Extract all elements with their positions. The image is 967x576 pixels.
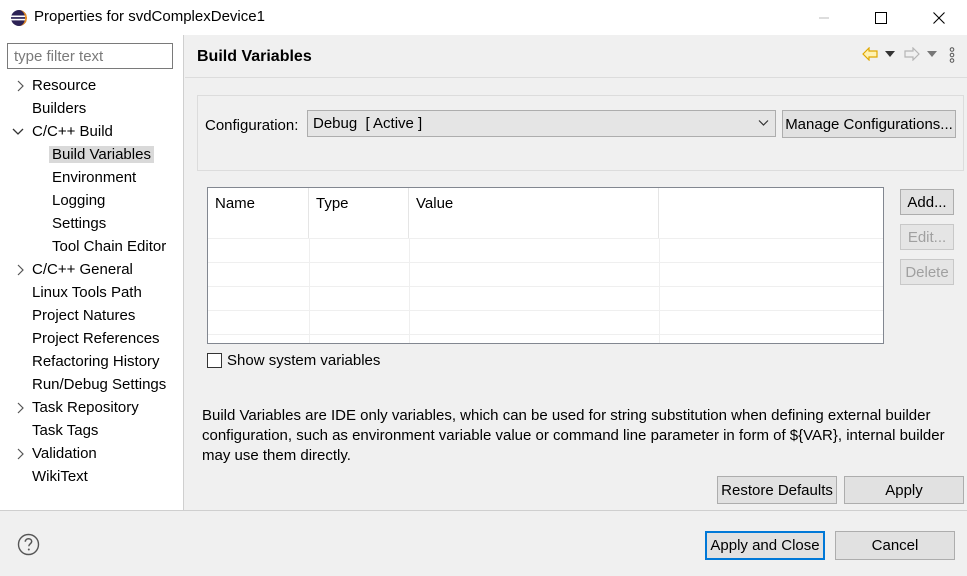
tree-item-project-natures[interactable]: Project Natures <box>32 305 135 327</box>
filter-input[interactable] <box>7 43 173 69</box>
tree-item-build-variables[interactable]: Build Variables <box>49 144 154 166</box>
title-bar: Properties for svdComplexDevice1 <box>0 0 967 35</box>
apply-and-close-button[interactable]: Apply and Close <box>705 531 825 560</box>
back-arrow-icon[interactable] <box>862 47 878 61</box>
tree-item-task-tags[interactable]: Task Tags <box>32 420 98 442</box>
configuration-select[interactable]: Debug [ Active ] <box>307 110 776 137</box>
column-header-value[interactable]: Value <box>409 188 659 238</box>
configuration-label: Configuration: <box>205 117 299 134</box>
tree-item-logging[interactable]: Logging <box>52 190 105 212</box>
column-divider <box>309 238 310 343</box>
tree-item-linux-tools-path[interactable]: Linux Tools Path <box>32 282 142 304</box>
tree-item-run-debug-settings[interactable]: Run/Debug Settings <box>32 374 166 396</box>
column-header-name[interactable]: Name <box>208 188 309 238</box>
restore-defaults-button[interactable]: Restore Defaults <box>717 476 837 504</box>
delete-button[interactable]: Delete <box>900 259 954 285</box>
variables-table[interactable]: Name Type Value <box>207 187 884 344</box>
forward-arrow-icon[interactable] <box>904 47 920 61</box>
tree-item-task-repository[interactable]: Task Repository <box>17 397 139 419</box>
minimize-button[interactable] <box>795 0 853 35</box>
tree-item-tool-chain-editor[interactable]: Tool Chain Editor <box>52 236 166 258</box>
chevron-down-icon <box>758 120 769 126</box>
maximize-icon <box>875 11 887 24</box>
manage-configurations-button[interactable]: Manage Configurations... <box>782 110 956 138</box>
cancel-button[interactable]: Cancel <box>835 531 955 560</box>
column-header-type[interactable]: Type <box>309 188 409 238</box>
apply-button[interactable]: Apply <box>844 476 964 504</box>
tree-item-validation[interactable]: Validation <box>17 443 97 465</box>
tree-item-settings[interactable]: Settings <box>52 213 106 235</box>
window-title: Properties for svdComplexDevice1 <box>34 8 265 25</box>
forward-dropdown-icon[interactable] <box>927 51 937 57</box>
chevron-right-icon[interactable] <box>14 264 26 276</box>
column-divider <box>659 238 660 343</box>
view-menu-icon[interactable] <box>949 47 955 63</box>
configuration-value: Debug [ Active ] <box>313 115 423 132</box>
page-title: Build Variables <box>197 48 312 65</box>
show-system-variables-checkbox[interactable] <box>207 353 222 368</box>
chevron-right-icon[interactable] <box>14 402 26 414</box>
column-header-extra <box>659 188 883 238</box>
page-header: Build Variables <box>185 35 967 78</box>
tree-item-refactoring-history[interactable]: Refactoring History <box>32 351 160 373</box>
description-text: Build Variables are IDE only variables, … <box>202 407 945 464</box>
tree-item-environment[interactable]: Environment <box>52 167 136 189</box>
chevron-down-icon[interactable] <box>12 126 24 138</box>
column-divider <box>409 238 410 343</box>
back-dropdown-icon[interactable] <box>885 51 895 57</box>
help-icon[interactable] <box>17 533 40 556</box>
minimize-icon <box>819 17 829 18</box>
tree-item-resource[interactable]: Resource <box>17 75 96 97</box>
maximize-button[interactable] <box>852 0 910 35</box>
chevron-right-icon[interactable] <box>14 448 26 460</box>
tree-item-cpp-general[interactable]: C/C++ General <box>17 259 133 281</box>
edit-button[interactable]: Edit... <box>900 224 954 250</box>
chevron-right-icon[interactable] <box>14 80 26 92</box>
tree-item-builders[interactable]: Builders <box>32 98 86 120</box>
add-button[interactable]: Add... <box>900 189 954 215</box>
tree-item-cpp-build[interactable]: C/C++ Build <box>12 121 113 143</box>
show-system-variables-label[interactable]: Show system variables <box>227 352 380 369</box>
close-button[interactable] <box>910 0 967 35</box>
navigation-panel: Resource Builders C/C++ Build Build Vari… <box>0 35 184 510</box>
eclipse-icon <box>11 10 27 26</box>
tree-item-wikitext[interactable]: WikiText <box>32 466 88 488</box>
tree-item-project-references[interactable]: Project References <box>32 328 160 350</box>
close-icon <box>933 11 945 24</box>
